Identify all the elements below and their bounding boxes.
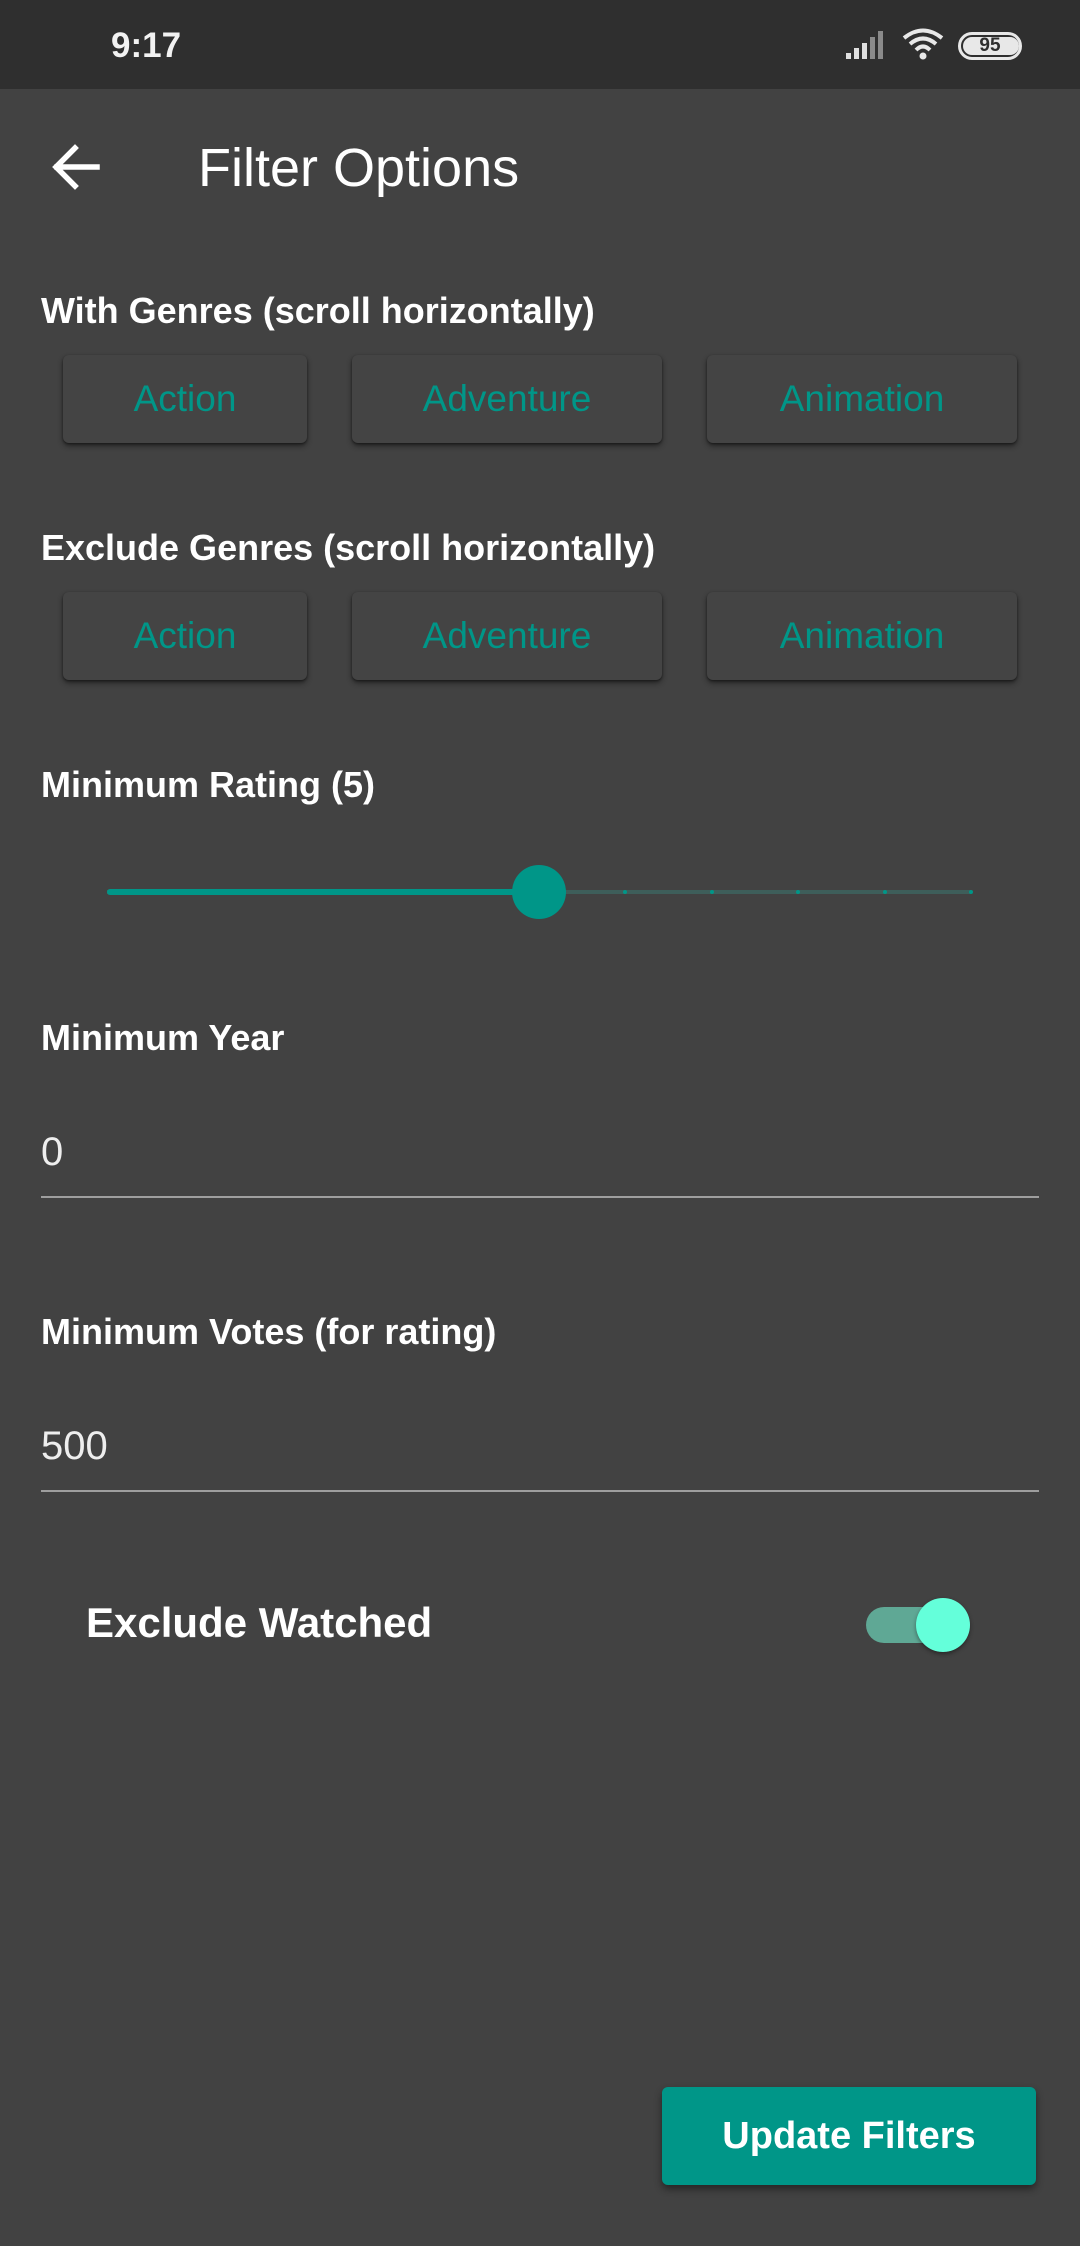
- battery-level: 95: [979, 35, 1001, 56]
- exclude-genres-label: Exclude Genres (scroll horizontally): [41, 527, 656, 568]
- min-votes-value: 500: [41, 1424, 108, 1468]
- exclude-genres-chip-row[interactable]: Action Adventure Animation: [0, 592, 1080, 688]
- back-button[interactable]: [36, 129, 116, 209]
- min-rating-label: Minimum Rating (5): [41, 764, 375, 805]
- slider-tick: [969, 890, 973, 894]
- exclude-watched-label: Exclude Watched: [86, 1599, 433, 1646]
- min-votes-label: Minimum Votes (for rating): [41, 1311, 497, 1352]
- exclude-genre-chip-action[interactable]: Action: [63, 592, 307, 680]
- status-time: 9:17: [111, 26, 182, 65]
- exclude-watched-row[interactable]: Exclude Watched: [0, 1585, 1080, 1665]
- slider-thumb[interactable]: [512, 865, 566, 919]
- with-genre-chip-animation[interactable]: Animation: [707, 355, 1017, 443]
- update-filters-button[interactable]: Update Filters: [662, 2087, 1036, 2185]
- slider-track-active: [107, 889, 539, 895]
- with-genres-label: With Genres (scroll horizontally): [41, 290, 595, 331]
- with-genres-chip-row[interactable]: Action Adventure Animation: [0, 355, 1080, 451]
- status-bar: 9:17 95: [0, 0, 1080, 89]
- arrow-left-icon: [51, 143, 101, 195]
- status-icons: 95: [846, 28, 1022, 64]
- min-rating-slider[interactable]: [107, 862, 973, 922]
- min-votes-field[interactable]: 500: [41, 1402, 1039, 1492]
- min-year-field[interactable]: 0: [41, 1108, 1039, 1198]
- slider-tick: [882, 890, 887, 894]
- page-title: Filter Options: [198, 138, 520, 198]
- slider-tick: [709, 890, 714, 894]
- exclude-watched-switch[interactable]: [866, 1595, 970, 1655]
- with-genre-chip-action[interactable]: Action: [63, 355, 307, 443]
- exclude-genre-chip-animation[interactable]: Animation: [707, 592, 1017, 680]
- exclude-genre-chip-adventure[interactable]: Adventure: [352, 592, 662, 680]
- min-year-value: 0: [41, 1130, 64, 1174]
- switch-thumb: [916, 1598, 970, 1652]
- wifi-icon: [902, 27, 944, 66]
- battery-icon: 95: [958, 32, 1022, 60]
- with-genre-chip-adventure[interactable]: Adventure: [352, 355, 662, 443]
- min-year-label: Minimum Year: [41, 1017, 285, 1058]
- toolbar: Filter Options: [0, 89, 1080, 249]
- signal-icon: [846, 29, 888, 64]
